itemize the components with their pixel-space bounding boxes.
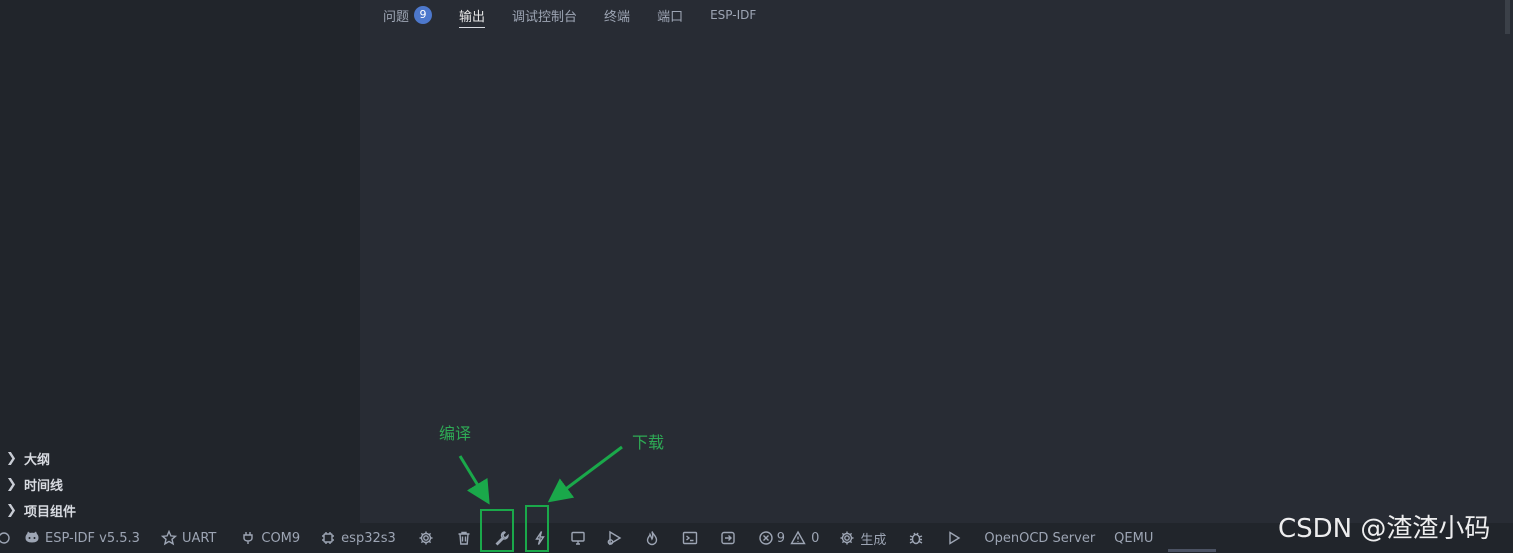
- build-flash-monitor-button[interactable]: [644, 523, 660, 553]
- tab-output-label: 输出: [459, 9, 486, 25]
- gear-icon: [840, 531, 854, 545]
- full-clean-button[interactable]: [456, 523, 472, 553]
- tab-ports[interactable]: 端口: [657, 2, 683, 28]
- flash-method-button[interactable]: UART: [160, 523, 217, 553]
- debug-button[interactable]: [606, 523, 622, 553]
- target-button[interactable]: esp32s3: [320, 523, 396, 553]
- settings-button[interactable]: [418, 523, 434, 553]
- qemu-button[interactable]: QEMU: [1114, 523, 1153, 553]
- monitor-button[interactable]: [570, 523, 586, 553]
- section-timeline-label: 时间线: [24, 478, 64, 494]
- flame-icon: [646, 531, 657, 546]
- build-task-button[interactable]: 生成: [839, 523, 886, 553]
- explorer-sections: ❯ 大纲 ❯ 时间线 ❯ 项目组件: [0, 445, 360, 523]
- terminal-button[interactable]: [682, 523, 698, 553]
- port-label: COM9: [261, 530, 301, 546]
- play-icon: [949, 531, 961, 545]
- tab-debug-console[interactable]: 调试控制台: [512, 2, 577, 28]
- tab-output[interactable]: 输出: [459, 2, 486, 28]
- tab-problems[interactable]: 问题 9: [383, 2, 433, 28]
- terminal-icon: [682, 531, 697, 545]
- flash-annotation: 下载: [632, 433, 665, 452]
- flash-button-highlight: [525, 505, 549, 552]
- tab-esp-idf[interactable]: ESP-IDF: [710, 2, 756, 28]
- chevron-right-icon: ❯: [6, 476, 17, 492]
- panel-tabs: 问题 9 输出 调试控制台 终端 端口 ESP-IDF: [383, 0, 783, 30]
- error-icon: [759, 531, 773, 545]
- panel-scrollbar[interactable]: [1505, 0, 1510, 34]
- openocd-server-label: OpenOCD Server: [984, 530, 1096, 546]
- watermark: CSDN @渣渣小码: [1278, 514, 1491, 544]
- openocd-server-button[interactable]: OpenOCD Server: [984, 523, 1095, 553]
- problems-count-badge: 9: [414, 6, 433, 24]
- warning-count: 0: [811, 530, 820, 546]
- star-icon: [160, 530, 177, 546]
- section-timeline[interactable]: ❯ 时间线: [0, 471, 360, 497]
- tab-terminal[interactable]: 终端: [604, 2, 630, 28]
- plug-icon: [243, 532, 254, 544]
- monitor-icon: [571, 531, 585, 545]
- port-button[interactable]: COM9: [240, 523, 300, 553]
- side-bar: [0, 0, 360, 445]
- idf-version-label: ESP-IDF v5.5.3: [45, 530, 140, 546]
- bug-icon: [910, 532, 923, 545]
- tab-ports-label: 端口: [657, 9, 684, 25]
- bottom-panel: [360, 0, 1510, 522]
- arrow-into-box-icon: [721, 531, 735, 545]
- qemu-label: QEMU: [1114, 530, 1154, 546]
- chevron-right-icon: ❯: [6, 502, 17, 518]
- build-task-label: 生成: [860, 532, 887, 548]
- warning-icon: [790, 530, 806, 545]
- tab-problems-label: 问题: [383, 9, 410, 25]
- chip-icon: [322, 532, 335, 544]
- tab-debug-console-label: 调试控制台: [512, 9, 578, 25]
- bug-button[interactable]: [908, 523, 924, 553]
- problems-status-button[interactable]: 9 0: [758, 523, 820, 553]
- section-outline[interactable]: ❯ 大纲: [0, 445, 360, 471]
- build-annotation: 编译: [439, 424, 472, 443]
- github-icon: [25, 531, 39, 543]
- debug-run-icon: [607, 530, 622, 546]
- tab-esp-idf-label: ESP-IDF: [710, 8, 757, 22]
- target-label: esp32s3: [341, 530, 396, 546]
- gear-icon: [419, 531, 433, 545]
- run-button[interactable]: [946, 523, 962, 553]
- section-project-components[interactable]: ❯ 项目组件: [0, 497, 360, 523]
- section-project-components-label: 项目组件: [24, 504, 77, 520]
- chevron-right-icon: ❯: [6, 450, 17, 466]
- horizontal-scroll-indicator[interactable]: [1168, 549, 1216, 552]
- section-outline-label: 大纲: [24, 452, 51, 468]
- build-button-highlight: [480, 509, 514, 552]
- trash-icon: [458, 531, 470, 545]
- partial-circle-icon: [0, 532, 10, 544]
- run-task-button[interactable]: [720, 523, 736, 553]
- error-count: 9: [776, 530, 786, 546]
- flash-method-label: UART: [181, 530, 217, 546]
- tab-terminal-label: 终端: [604, 9, 631, 25]
- idf-version-button[interactable]: ESP-IDF v5.5.3: [24, 523, 140, 553]
- partial-left-icon: [0, 523, 18, 553]
